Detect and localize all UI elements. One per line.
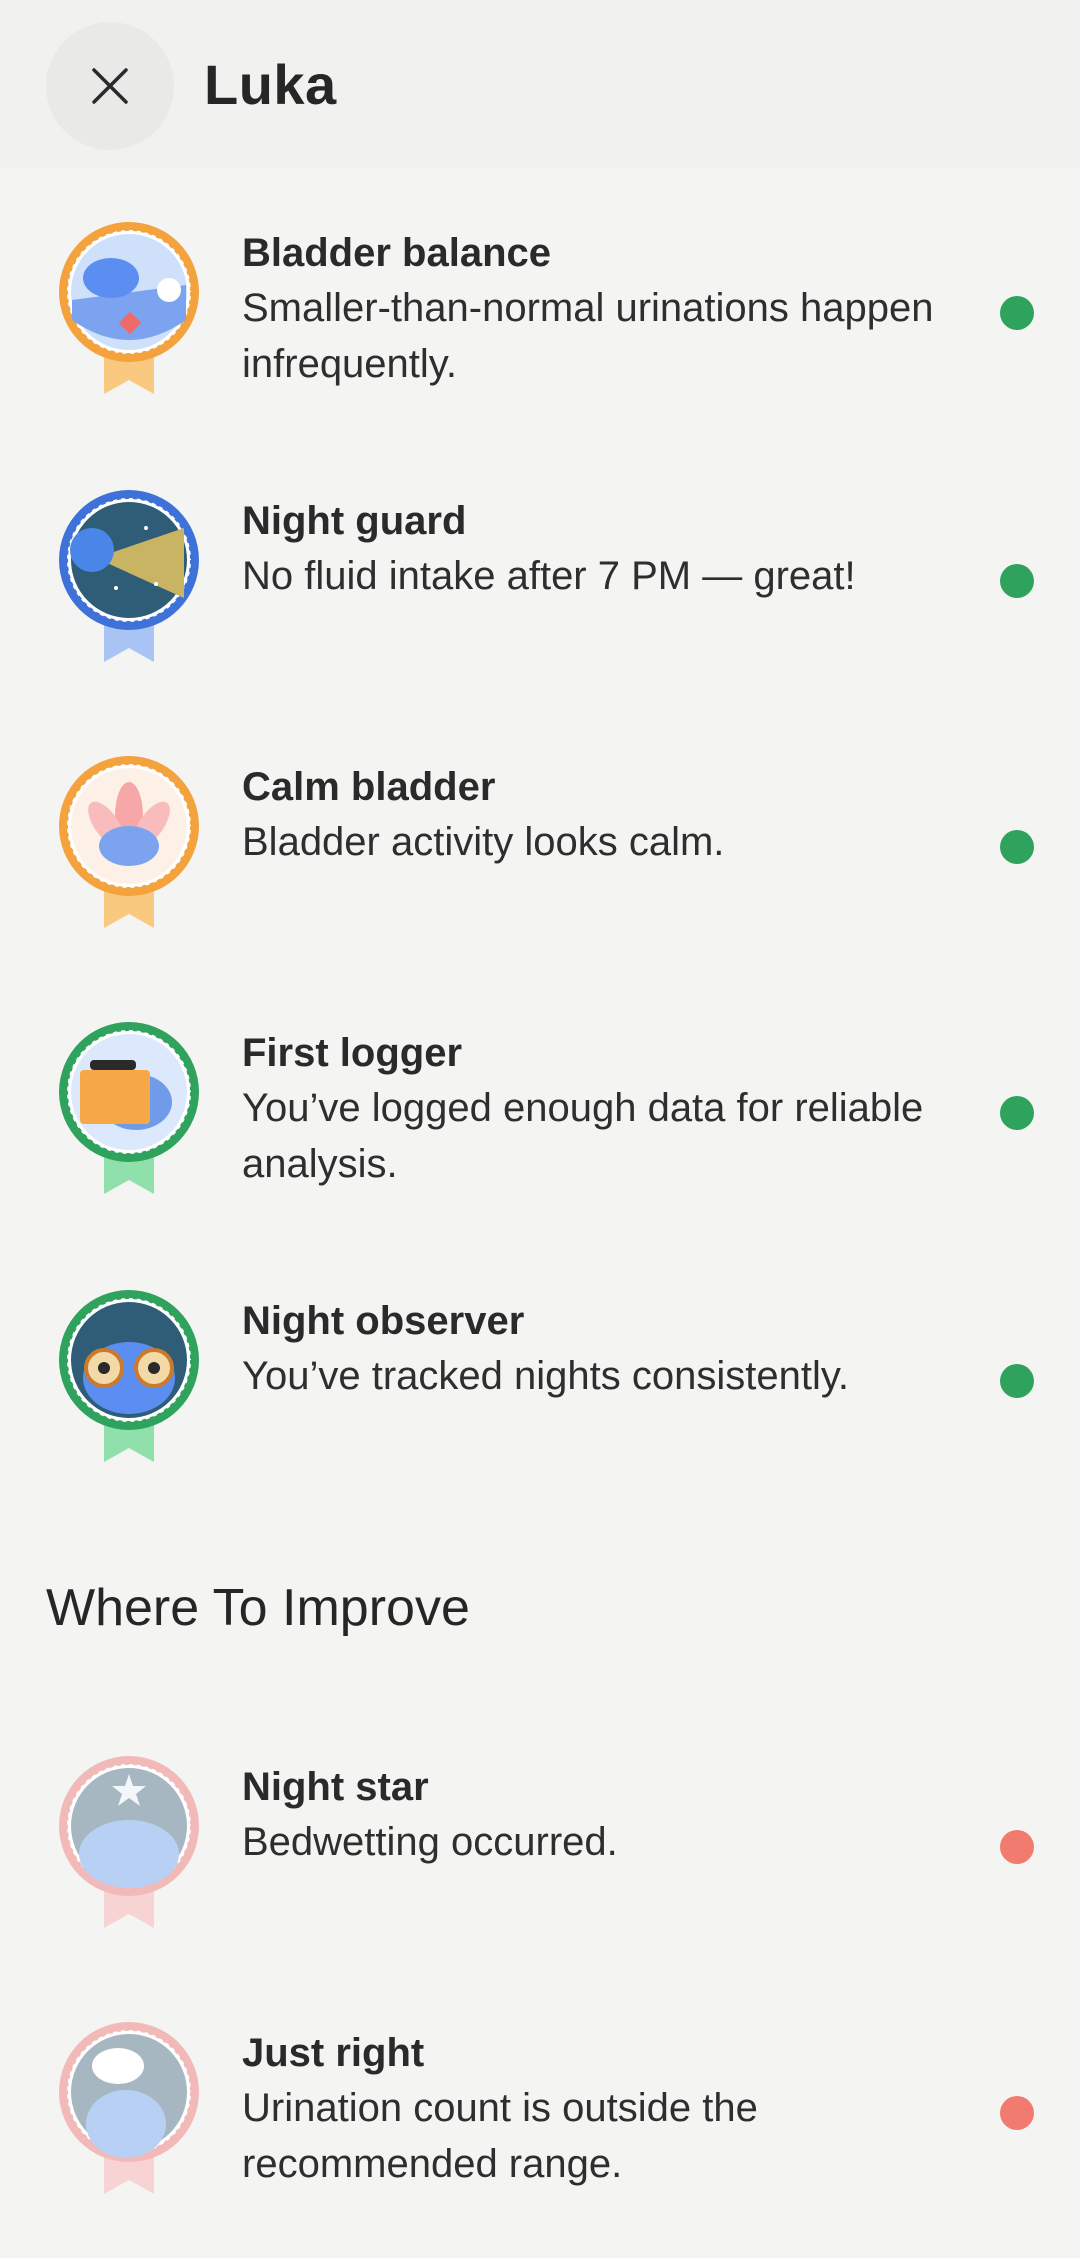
status-dot-good xyxy=(1000,1096,1034,1130)
status-dot-good xyxy=(1000,1364,1034,1398)
section-title-where-to-improve: Where To Improve xyxy=(46,1579,470,1637)
night-star-badge-icon xyxy=(56,1754,202,1934)
status-dot-good xyxy=(1000,564,1034,598)
close-icon xyxy=(92,68,128,104)
achievement-title: Night observer xyxy=(242,1299,525,1343)
achievement-title: First logger xyxy=(242,1031,463,1075)
achievement-description: You’ve tracked nights consistently. xyxy=(242,1354,850,1398)
status-dot-bad xyxy=(1000,1830,1034,1864)
achievement-title: Night guard xyxy=(242,499,467,543)
improve-description: Bedwetting occurred. xyxy=(242,1820,618,1864)
night-observer-badge-icon xyxy=(56,1288,202,1468)
improve-title: Just right xyxy=(242,2031,425,2075)
night-guard-badge-icon xyxy=(56,488,202,668)
achievement-description: Smaller-than-normal urinations happen in… xyxy=(242,286,934,386)
close-button[interactable] xyxy=(46,22,174,150)
achievement-title: Calm bladder xyxy=(242,765,496,809)
status-dot-good xyxy=(1000,296,1034,330)
status-dot-good xyxy=(1000,830,1034,864)
first-logger-badge-icon xyxy=(56,1020,202,1200)
status-dot-bad xyxy=(1000,2096,1034,2130)
improve-title: Night star xyxy=(242,1765,429,1809)
calm-bladder-badge-icon xyxy=(56,754,202,934)
achievement-description: No fluid intake after 7 PM — great! xyxy=(242,554,856,598)
just-right-badge-icon xyxy=(56,2020,202,2200)
improve-description: Urination count is outside the recommend… xyxy=(242,2086,758,2186)
achievement-description: You’ve logged enough data for reliable a… xyxy=(242,1086,924,1186)
achievement-title: Bladder balance xyxy=(242,231,552,275)
bladder-balance-badge-icon xyxy=(56,220,202,400)
page-title: Luka xyxy=(204,53,337,116)
achievement-description: Bladder activity looks calm. xyxy=(242,820,725,864)
top-bar: Luka xyxy=(0,0,1080,168)
